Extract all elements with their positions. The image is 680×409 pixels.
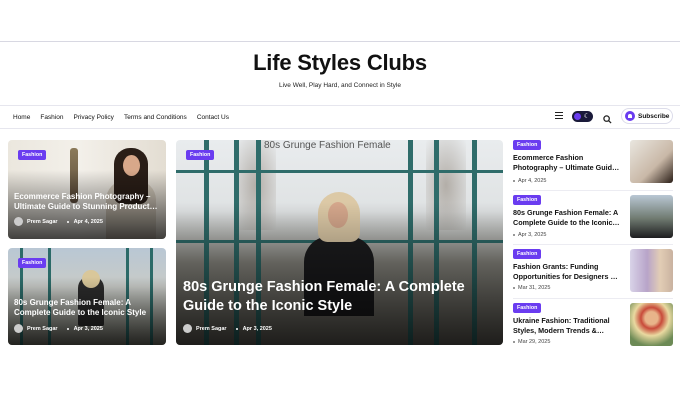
moon-icon: ☾	[583, 113, 590, 120]
category-badge[interactable]: Fashion	[513, 303, 542, 313]
hero-image-text: 80s Grunge Fashion Female	[264, 140, 391, 151]
list-item-title[interactable]: Ukraine Fashion: Traditional Styles, Mod…	[513, 316, 623, 335]
post-date: Apr 3, 2025	[73, 325, 103, 332]
hero-meta: Prem Sagar Apr 3, 2025	[183, 324, 272, 333]
subscribe-button[interactable]: Subscribe	[621, 108, 673, 124]
list-item-thumbnail[interactable]	[630, 303, 673, 346]
nav-divider-bottom	[0, 128, 680, 129]
author-name[interactable]: Prem Sagar	[27, 326, 58, 332]
subscribe-label: Subscribe	[638, 112, 670, 120]
list-item-title[interactable]: 80s Grunge Fashion Female: A Complete Gu…	[513, 208, 623, 227]
nav-item-terms[interactable]: Terms and Conditions	[124, 114, 187, 121]
list-item-thumbnail[interactable]	[630, 140, 673, 183]
author-name[interactable]: Prem Sagar	[196, 326, 227, 332]
category-badge[interactable]: Fashion	[513, 140, 542, 150]
hero-card[interactable]: 80s Grunge Fashion Female Fashion 80s Gr…	[176, 140, 503, 345]
site-title[interactable]: Life Styles Clubs	[0, 50, 680, 76]
list-item-date: Apr 3, 2025	[513, 232, 546, 238]
toggle-knob	[574, 113, 581, 120]
header-top-line	[0, 41, 680, 42]
list-item[interactable]: Fashion Fashion Grants: Funding Opportun…	[513, 249, 673, 297]
nav-item-contact[interactable]: Contact Us	[197, 114, 229, 121]
featured-card-2[interactable]: Fashion 80s Grunge Fashion Female: A Com…	[8, 248, 166, 345]
card-title[interactable]: 80s Grunge Fashion Female: A Complete Gu…	[14, 298, 162, 319]
list-item-title[interactable]: Ecommerce Fashion Photography – Ultimate…	[513, 153, 623, 172]
nav-item-home[interactable]: Home	[13, 114, 30, 121]
featured-card-1[interactable]: Fashion Ecommerce Fashion Photography – …	[8, 140, 166, 239]
list-item[interactable]: Fashion 80s Grunge Fashion Female: A Com…	[513, 195, 673, 243]
category-badge[interactable]: Fashion	[18, 150, 47, 160]
bell-icon	[625, 111, 635, 121]
nav-divider-top	[0, 105, 680, 106]
list-item[interactable]: Fashion Ukraine Fashion: Traditional Sty…	[513, 303, 673, 351]
list-item-thumbnail[interactable]	[630, 195, 673, 238]
card-meta: Prem Sagar Apr 4, 2025	[14, 217, 103, 226]
card-title[interactable]: Ecommerce Fashion Photography – Ultimate…	[14, 192, 162, 213]
avatar-icon	[14, 324, 23, 333]
hero-title[interactable]: 80s Grunge Fashion Female: A Complete Gu…	[183, 278, 483, 316]
card-meta: Prem Sagar Apr 3, 2025	[14, 324, 103, 333]
category-badge[interactable]: Fashion	[186, 150, 215, 160]
list-item-thumbnail[interactable]	[630, 249, 673, 292]
category-badge[interactable]: Fashion	[513, 249, 542, 259]
post-date: Apr 4, 2025	[73, 218, 103, 225]
avatar-icon	[14, 217, 23, 226]
list-item-date: Mar 29, 2025	[513, 339, 550, 345]
avatar-icon	[183, 324, 192, 333]
site-tagline: Live Well, Play Hard, and Connect in Sty…	[279, 82, 401, 89]
hamburger-menu-icon[interactable]	[555, 112, 563, 120]
nav-item-fashion[interactable]: Fashion	[40, 114, 63, 121]
list-item-date: Mar 31, 2025	[513, 285, 550, 291]
category-badge[interactable]: Fashion	[513, 195, 542, 205]
post-date: Apr 3, 2025	[242, 325, 272, 332]
nav-item-privacy-policy[interactable]: Privacy Policy	[73, 114, 113, 121]
category-badge[interactable]: Fashion	[18, 258, 47, 268]
search-icon[interactable]	[603, 111, 612, 124]
list-item[interactable]: Fashion Ecommerce Fashion Photography – …	[513, 140, 673, 188]
list-item-date: Apr 4, 2025	[513, 178, 546, 184]
main-nav: Home Fashion Privacy Policy Terms and Co…	[13, 111, 229, 123]
author-name[interactable]: Prem Sagar	[27, 219, 58, 225]
dark-mode-toggle[interactable]: ☾	[572, 111, 593, 122]
list-item-title[interactable]: Fashion Grants: Funding Opportunities fo…	[513, 262, 623, 281]
